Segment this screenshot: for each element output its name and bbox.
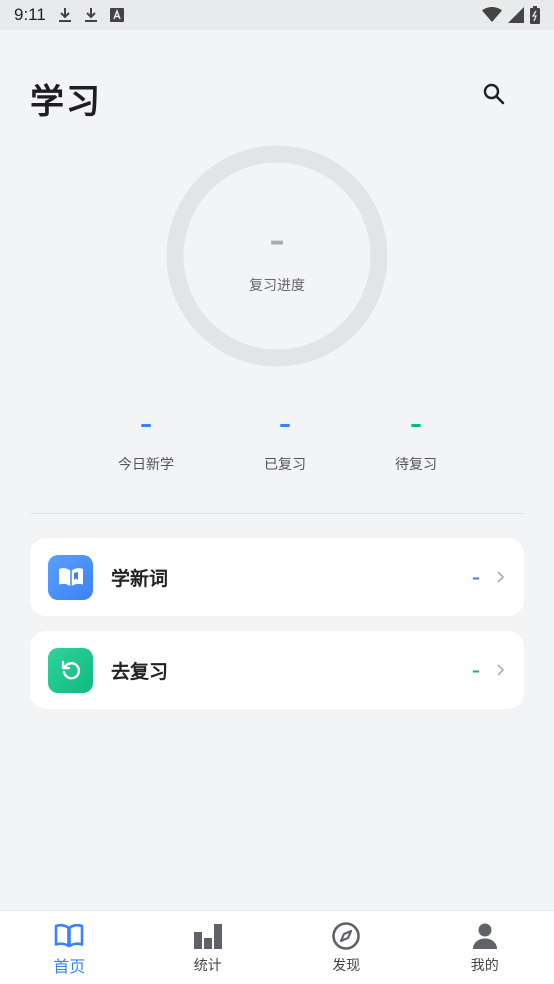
stat-value: – — [140, 410, 152, 438]
nav-item-home[interactable]: 首页 — [0, 911, 139, 984]
progress-value: – — [269, 224, 285, 259]
card-icon-bg — [48, 647, 93, 693]
card-title: 学新词 — [111, 567, 169, 590]
nav-label: 我的 — [470, 958, 499, 974]
compass-icon — [332, 922, 361, 950]
book-icon — [54, 923, 84, 948]
nav-label: 发现 — [332, 958, 361, 974]
bar-chart-icon — [193, 924, 222, 949]
stat-today-new: – 今日新学 — [86, 410, 206, 474]
stat-label: 待复习 — [395, 457, 437, 473]
stat-label: 今日新学 — [118, 457, 174, 473]
stat-pending: – 待复习 — [356, 410, 476, 474]
nav-item-profile[interactable]: 我的 — [416, 911, 554, 984]
bottom-nav: 首页 统计 发现 我的 — [0, 910, 554, 984]
status-time: 9:11 — [14, 5, 46, 24]
status-bar: 9:11 — [0, 0, 554, 30]
progress-label: 复习进度 — [249, 278, 305, 294]
card-icon-bg — [48, 554, 93, 600]
stat-value: – — [410, 410, 422, 438]
chevron-right-icon — [497, 571, 505, 583]
book-open-icon — [58, 568, 83, 586]
chevron-right-icon — [497, 664, 505, 676]
person-icon — [472, 923, 497, 949]
card-count: – — [472, 660, 480, 680]
search-button[interactable] — [478, 78, 510, 110]
go-review-card[interactable]: 去复习 – — [30, 631, 524, 709]
signal-icon — [508, 7, 524, 23]
wifi-icon — [482, 7, 502, 23]
download-icon — [84, 7, 98, 23]
learn-new-words-card[interactable]: 学新词 – — [30, 538, 524, 616]
nav-label: 统计 — [193, 958, 222, 974]
card-count: – — [472, 567, 480, 587]
stat-value: – — [279, 410, 291, 438]
nav-label: 首页 — [53, 957, 86, 976]
download-icon — [58, 7, 72, 23]
font-icon — [109, 8, 124, 22]
battery-icon — [530, 6, 540, 24]
nav-item-discover[interactable]: 发现 — [277, 911, 416, 984]
refresh-icon — [61, 660, 80, 680]
stat-label: 已复习 — [264, 457, 306, 473]
nav-item-stats[interactable]: 统计 — [139, 911, 278, 984]
search-icon — [483, 83, 505, 105]
page-title: 学习 — [30, 82, 102, 122]
card-title: 去复习 — [111, 660, 169, 683]
divider — [30, 513, 524, 514]
stat-reviewed: – 已复习 — [225, 410, 345, 474]
review-progress-ring: – 复习进度 — [166, 145, 388, 367]
